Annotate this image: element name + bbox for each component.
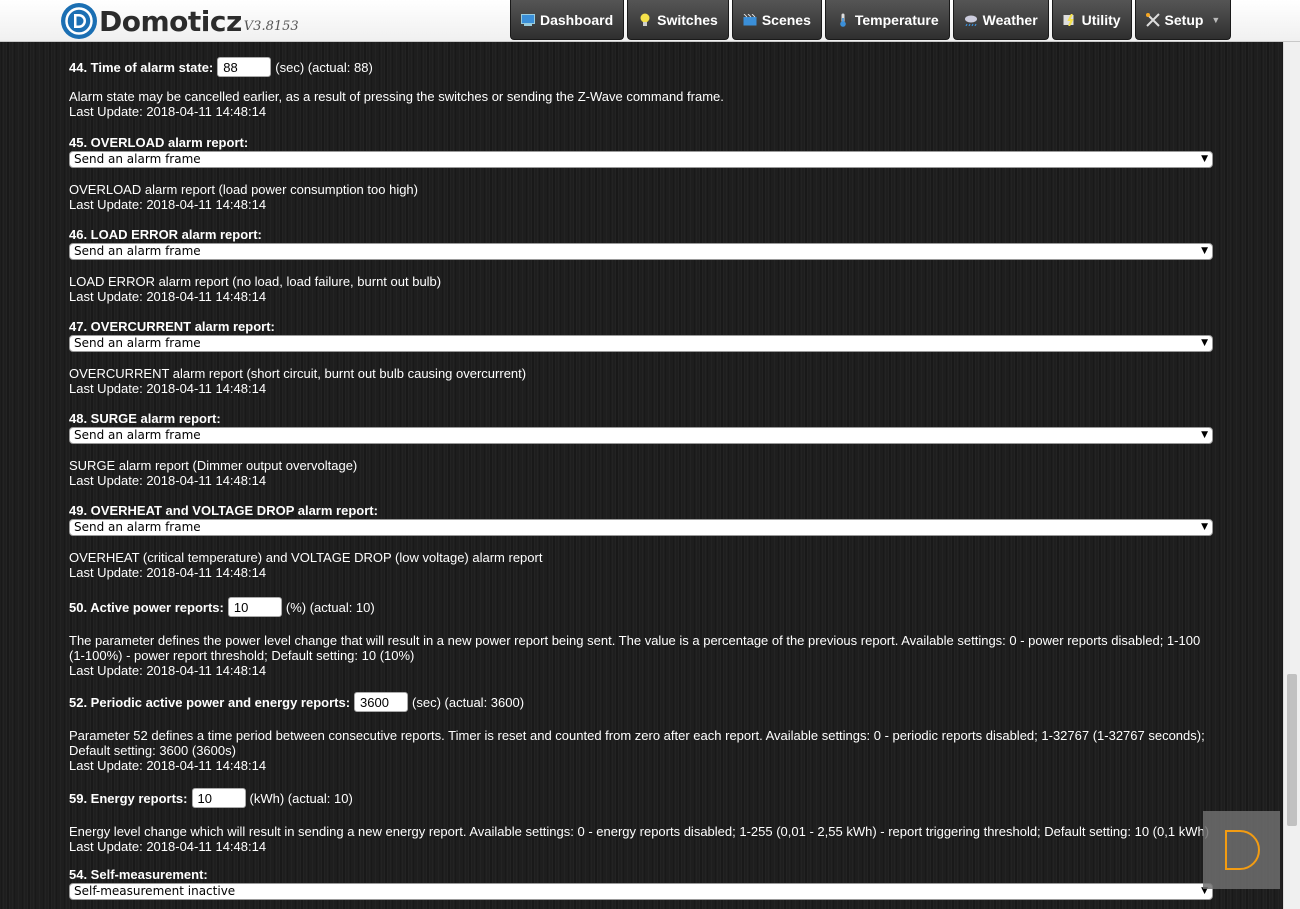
param-select[interactable]: Send an alarm frame ▼ xyxy=(69,335,1213,352)
dropdown-arrow-icon: ▼ xyxy=(1201,430,1208,440)
param-value-input[interactable] xyxy=(217,57,272,77)
param-description: Parameter 52 defines a time period betwe… xyxy=(69,728,1205,758)
chevron-down-icon: ▼ xyxy=(1211,14,1221,25)
scenes-icon xyxy=(743,13,757,27)
param-49: 49. OVERHEAT and VOLTAGE DROP alarm repo… xyxy=(69,503,1219,580)
dashboard-icon xyxy=(521,13,535,27)
param-select[interactable]: Send an alarm frame ▼ xyxy=(69,519,1213,536)
param-45: 45. OVERLOAD alarm report: Send an alarm… xyxy=(69,135,1219,212)
param-value-input[interactable] xyxy=(191,788,246,808)
param-54: 54. Self-measurement: Self-measurement i… xyxy=(69,867,1219,900)
nav-utility-label: Utility xyxy=(1081,11,1121,28)
param-title: 54. Self-measurement: xyxy=(69,867,208,882)
nav-scenes-label: Scenes xyxy=(761,11,811,28)
param-47: 47. OVERCURRENT alarm report: Send an al… xyxy=(69,319,1219,396)
nav-weather[interactable]: Weather xyxy=(952,0,1049,40)
app-name: Domoticz xyxy=(99,5,242,38)
param-description: LOAD ERROR alarm report (no load, load f… xyxy=(69,274,442,289)
param-select-value: Send an alarm frame xyxy=(74,152,201,166)
param-select[interactable]: Send an alarm frame ▼ xyxy=(69,243,1213,260)
param-description: OVERCURRENT alarm report (short circuit,… xyxy=(69,366,527,381)
param-unit: (sec) (actual: 3600) xyxy=(412,694,525,710)
thermometer-icon xyxy=(836,13,850,27)
param-title: 45. OVERLOAD alarm report: xyxy=(69,135,249,150)
param-value-input[interactable] xyxy=(354,692,409,712)
param-last-update: Last Update: 2018-04-11 14:48:14 xyxy=(69,289,267,304)
page-scrollbar[interactable] xyxy=(1283,41,1300,909)
weather-cloud-icon xyxy=(964,13,978,27)
param-last-update: Last Update: 2018-04-11 14:48:14 xyxy=(69,381,267,396)
dropdown-arrow-icon: ▼ xyxy=(1201,154,1208,164)
param-52: 52. Periodic active power and energy rep… xyxy=(69,690,1219,773)
nav-temperature-label: Temperature xyxy=(854,11,939,28)
param-description: SURGE alarm report (Dimmer output overvo… xyxy=(69,458,358,473)
param-unit: (%) (actual: 10) xyxy=(285,599,375,615)
nav-utility[interactable]: Utility xyxy=(1051,0,1132,40)
nav-setup[interactable]: Setup ▼ xyxy=(1134,0,1232,40)
param-title: 48. SURGE alarm report: xyxy=(69,411,221,426)
param-title: 50. Active power reports: xyxy=(69,599,224,615)
nav-dashboard[interactable]: Dashboard xyxy=(510,0,625,40)
param-44: 44. Time of alarm state: (sec) (actual: … xyxy=(69,55,1219,119)
param-title: 44. Time of alarm state: xyxy=(69,59,214,75)
scrollbar-thumb[interactable] xyxy=(1287,674,1297,826)
param-48: 48. SURGE alarm report: Send an alarm fr… xyxy=(69,411,1219,488)
param-select-value: Send an alarm frame xyxy=(74,336,201,350)
floating-d-badge[interactable]: D xyxy=(1203,811,1280,889)
param-title: 49. OVERHEAT and VOLTAGE DROP alarm repo… xyxy=(69,503,378,518)
dropdown-arrow-icon: ▼ xyxy=(1201,338,1208,348)
param-select[interactable]: Send an alarm frame ▼ xyxy=(69,151,1213,168)
param-last-update: Last Update: 2018-04-11 14:48:14 xyxy=(69,473,267,488)
dropdown-arrow-icon: ▼ xyxy=(1201,522,1208,532)
param-select-value: Self-measurement inactive xyxy=(74,884,236,898)
param-description: OVERLOAD alarm report (load power consum… xyxy=(69,182,418,197)
param-last-update: Last Update: 2018-04-11 14:48:14 xyxy=(69,758,267,773)
top-navbar: Domoticz V3.8153 Dashboard Switches Scen… xyxy=(0,0,1300,42)
param-title: 59. Energy reports: xyxy=(69,790,188,806)
param-select-value: Send an alarm frame xyxy=(74,428,201,442)
param-select-value: Send an alarm frame xyxy=(74,244,201,258)
d-letter-icon xyxy=(1224,830,1260,870)
domoticz-logo-icon xyxy=(61,3,97,39)
param-select[interactable]: Self-measurement inactive ▼ xyxy=(69,883,1213,900)
param-last-update: Last Update: 2018-04-11 14:48:14 xyxy=(69,839,267,854)
param-last-update: Last Update: 2018-04-11 14:48:14 xyxy=(69,663,267,678)
param-description: The parameter defines the power level ch… xyxy=(69,633,1201,663)
nav-switches-label: Switches xyxy=(657,11,718,28)
nav-switches[interactable]: Switches xyxy=(627,0,729,40)
tools-icon xyxy=(1145,12,1160,27)
param-description: Alarm state may be cancelled earlier, as… xyxy=(69,89,724,104)
param-description: OVERHEAT (critical temperature) and VOLT… xyxy=(69,550,543,565)
app-version: V3.8153 xyxy=(243,19,299,34)
param-last-update: Last Update: 2018-04-11 14:48:14 xyxy=(69,565,267,580)
param-title: 47. OVERCURRENT alarm report: xyxy=(69,319,275,334)
param-select[interactable]: Send an alarm frame ▼ xyxy=(69,427,1213,444)
nav-setup-label: Setup xyxy=(1164,11,1204,28)
nav-temperature[interactable]: Temperature xyxy=(824,0,950,40)
domoticz-logo[interactable]: Domoticz V3.8153 xyxy=(61,3,299,39)
param-title: 46. LOAD ERROR alarm report: xyxy=(69,227,262,242)
param-46: 46. LOAD ERROR alarm report: Send an ala… xyxy=(69,227,1219,304)
param-last-update: Last Update: 2018-04-11 14:48:14 xyxy=(69,197,267,212)
nav-dashboard-label: Dashboard xyxy=(540,11,614,28)
param-select-value: Send an alarm frame xyxy=(74,520,201,534)
param-unit: (sec) (actual: 88) xyxy=(275,59,373,75)
param-title: 52. Periodic active power and energy rep… xyxy=(69,694,351,710)
nav-weather-label: Weather xyxy=(982,11,1038,28)
param-50: 50. Active power reports: (%) (actual: 1… xyxy=(69,595,1219,678)
param-value-input[interactable] xyxy=(227,597,282,617)
lightbulb-icon xyxy=(638,13,652,27)
utility-icon xyxy=(1063,13,1077,27)
param-description: Energy level change which will result in… xyxy=(69,824,1210,839)
param-59: 59. Energy reports: (kWh) (actual: 10) E… xyxy=(69,786,1219,854)
param-last-update: Last Update: 2018-04-11 14:48:14 xyxy=(69,104,267,119)
dropdown-arrow-icon: ▼ xyxy=(1201,246,1208,256)
nav-scenes[interactable]: Scenes xyxy=(731,0,822,40)
param-unit: (kWh) (actual: 10) xyxy=(249,790,353,806)
main-nav: Dashboard Switches Scenes Temperature We… xyxy=(510,0,1232,40)
